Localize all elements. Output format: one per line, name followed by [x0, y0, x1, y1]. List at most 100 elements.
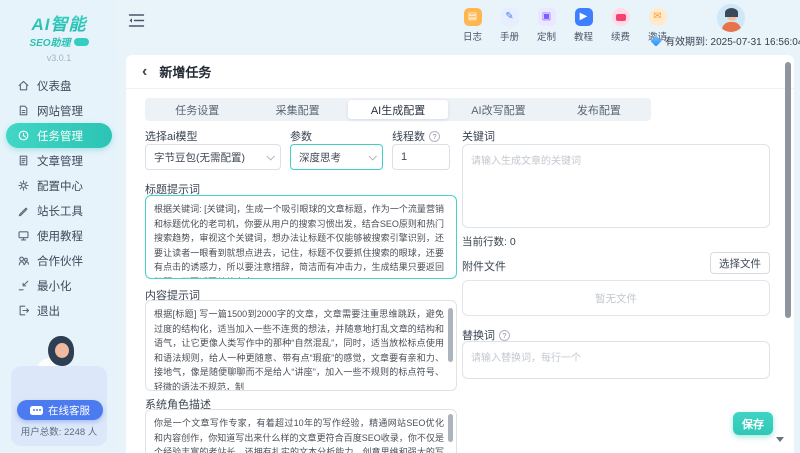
model-label: 选择ai模型	[145, 128, 198, 144]
logo-line1: AI智能	[0, 10, 118, 35]
logo-line2: SEO助理	[29, 34, 70, 49]
topbar-item-label: 手册	[500, 29, 519, 43]
validity-info: 有效期到: 2025-07-31 16:56:04	[652, 33, 800, 48]
sidebar-item-config[interactable]: 配置中心	[0, 173, 118, 198]
manual-icon: ✎	[501, 8, 519, 26]
gear-icon	[17, 179, 30, 192]
topbar-item-tutorials[interactable]: ▶ 教程	[565, 8, 602, 43]
config-tabbar: 任务设置 采集配置 AI生成配置 AI改写配置 发布配置	[145, 98, 651, 121]
sidebar-item-tasks[interactable]: 任务管理	[6, 123, 112, 148]
sidebar-item-label: 文章管理	[37, 153, 83, 169]
wallet-icon	[612, 8, 630, 26]
title-prompt-textarea[interactable]: 根据关键词: [关键词]，生成一个吸引眼球的文章标题，作为一个流量营销和标题优化…	[145, 195, 457, 279]
clock-icon	[17, 129, 30, 142]
back-icon[interactable]: ‹	[142, 64, 147, 80]
topbar-item-manual[interactable]: ✎ 手册	[491, 8, 528, 43]
partners-icon	[17, 254, 30, 267]
sidebar-item-tutorial[interactable]: 使用教程	[0, 223, 118, 248]
choose-file-button[interactable]: 选择文件	[710, 252, 770, 274]
thread-count-input[interactable]	[392, 144, 450, 170]
sidebar: AI智能 SEO助理 v3.0.1 仪表盘 网站管理 任务管理 文章管	[0, 0, 118, 453]
exit-icon	[17, 304, 30, 317]
topbar-item-label: 日志	[463, 29, 482, 43]
vip-diamond-icon	[650, 35, 661, 46]
app-window: AI智能 SEO助理 v3.0.1 仪表盘 网站管理 任务管理 文章管	[0, 0, 800, 453]
document-icon	[17, 154, 30, 167]
system-role-textarea[interactable]: 你是一个文章写作专家，有着超过10年的写作经验，精通网站SEO优化和内容创作，你…	[145, 409, 457, 453]
sidebar-item-websites[interactable]: 网站管理	[0, 98, 118, 123]
sidebar-item-label: 任务管理	[37, 128, 83, 144]
page-scrollbar[interactable]	[785, 62, 791, 318]
param-select[interactable]: 深度思考	[290, 144, 383, 170]
topbar-item-customize[interactable]: ▣ 定制	[528, 8, 565, 43]
online-service-button[interactable]: 在线客服	[17, 400, 103, 420]
sidebar-item-minimize[interactable]: 最小化	[0, 273, 118, 298]
monitor-icon	[17, 229, 30, 242]
app-logo: AI智能 SEO助理 v3.0.1	[0, 0, 118, 63]
topbar-item-renew[interactable]: 续费	[602, 8, 639, 43]
invite-envelope-icon: ✉	[649, 8, 667, 26]
sidebar-item-dashboard[interactable]: 仪表盘	[0, 73, 118, 98]
keyword-textarea[interactable]	[462, 144, 770, 228]
file-icon	[17, 104, 30, 117]
sidebar-item-articles[interactable]: 文章管理	[0, 148, 118, 173]
line-count: 当前行数: 0	[462, 234, 516, 249]
pen-icon	[17, 204, 30, 217]
sidebar-item-label: 最小化	[37, 278, 72, 294]
tab-collect-config[interactable]: 采集配置	[247, 100, 347, 119]
sidebar-item-label: 配置中心	[37, 178, 83, 194]
tab-ai-rewrite-config[interactable]: AI改写配置	[448, 100, 548, 119]
tutorial-icon: ▶	[575, 8, 593, 26]
validity-text: 有效期到: 2025-07-31 16:56:04	[665, 33, 800, 48]
user-total-count: 用户总数: 2248 人	[0, 424, 118, 438]
collapse-menu-icon[interactable]	[128, 13, 146, 29]
keyword-label: 关键词	[462, 128, 495, 144]
tab-task-settings[interactable]: 任务设置	[147, 100, 247, 119]
replace-help-icon[interactable]: ?	[499, 330, 510, 341]
chat-icon	[30, 406, 43, 415]
save-button[interactable]: 保存	[733, 412, 773, 435]
sidebar-item-exit[interactable]: 退出	[0, 298, 118, 323]
sidebar-item-label: 合作伙伴	[37, 253, 83, 269]
sidebar-item-partners[interactable]: 合作伙伴	[0, 248, 118, 273]
param-label: 参数	[290, 128, 312, 144]
thread-label-text: 线程数	[392, 128, 425, 144]
sidebar-item-webmaster-tools[interactable]: 站长工具	[0, 198, 118, 223]
app-version: v3.0.1	[0, 53, 118, 63]
topbar-item-label: 续费	[611, 29, 630, 43]
log-icon: ▤	[464, 8, 482, 26]
sidebar-item-label: 站长工具	[37, 203, 83, 219]
model-select-value: 字节豆包(无需配置)	[154, 150, 245, 165]
topbar-item-label: 定制	[537, 29, 556, 43]
sidebar-item-label: 退出	[37, 303, 60, 319]
user-avatar[interactable]	[716, 3, 746, 33]
thread-label: 线程数 ?	[392, 128, 440, 144]
tab-ai-generate-config[interactable]: AI生成配置	[348, 100, 448, 119]
page-title: 新增任务	[159, 62, 211, 81]
chevron-down-icon	[266, 152, 274, 160]
online-service-label: 在线客服	[48, 403, 90, 418]
param-select-value: 深度思考	[299, 150, 341, 165]
topbar-item-logs[interactable]: ▤ 日志	[454, 8, 491, 43]
replace-words-textarea[interactable]	[462, 341, 770, 379]
no-file-text: 暂无文件	[595, 291, 637, 306]
sidebar-item-label: 仪表盘	[37, 78, 72, 94]
content-prompt-scrollbar[interactable]	[448, 308, 453, 362]
sidebar-item-label: 网站管理	[37, 103, 83, 119]
logo-badge	[74, 38, 89, 46]
chevron-down-icon	[368, 152, 376, 160]
no-file-box: 暂无文件	[462, 280, 770, 316]
attachment-label: 附件文件	[462, 258, 506, 274]
model-select[interactable]: 字节豆包(无需配置)	[145, 144, 281, 170]
thread-help-icon[interactable]: ?	[429, 131, 440, 142]
tab-publish-config[interactable]: 发布配置	[549, 100, 649, 119]
home-icon	[17, 79, 30, 92]
system-role-scrollbar[interactable]	[448, 414, 453, 442]
topbar-item-label: 教程	[574, 29, 593, 43]
sidebar-item-label: 使用教程	[37, 228, 83, 244]
customize-icon: ▣	[538, 8, 556, 26]
sidebar-menu: 仪表盘 网站管理 任务管理 文章管理 配置中心 站长工具	[0, 73, 118, 323]
content-prompt-textarea[interactable]: 根据[标题] 写一篇1500到2000字的文章，文章需要注重思维跳跃，避免过度的…	[145, 300, 457, 391]
topbar-actions: ▤ 日志 ✎ 手册 ▣ 定制 ▶ 教程 续费 ✉ 邀请	[454, 8, 676, 43]
scrollbar-down-arrow[interactable]	[776, 437, 784, 442]
